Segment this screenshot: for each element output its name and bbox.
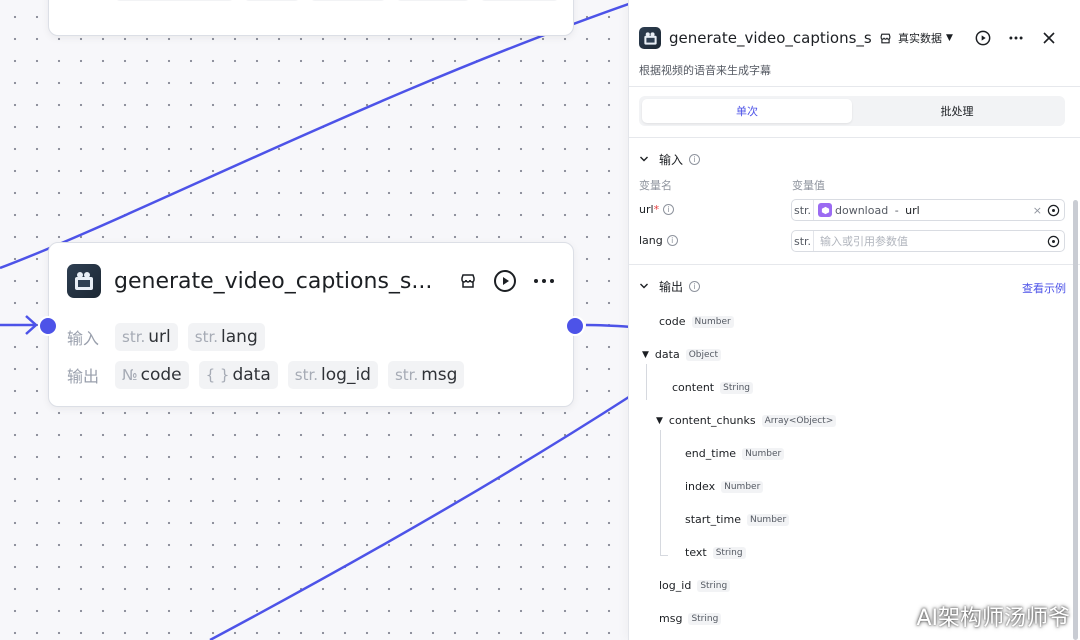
col-var-value: 变量值: [792, 179, 825, 192]
tab-single[interactable]: 单次: [642, 99, 852, 123]
output-index: index Number: [685, 480, 764, 493]
plugin-node-title: generate_video_captions_s...: [114, 268, 433, 294]
caret-down-icon: ▼: [946, 33, 953, 43]
upstream-output-data: { }data: [479, 0, 560, 1]
output-section-title: 输出: [659, 280, 684, 294]
info-icon[interactable]: i: [689, 154, 701, 165]
input-url-name: url: [639, 203, 654, 216]
edge-lower: [209, 393, 633, 640]
upstream-output-exec-time: №exec_time: [115, 0, 235, 1]
output-msg: msg String: [659, 612, 722, 625]
plugin-input-label: 输入: [67, 329, 100, 348]
plugin-input-lang: str. lang: [187, 323, 265, 351]
tree-guide: [660, 555, 668, 556]
divider: [629, 264, 1080, 265]
input-section-header[interactable]: 输入 i: [639, 151, 701, 168]
info-icon[interactable]: i: [689, 281, 701, 292]
ref-separator: -: [891, 203, 903, 217]
divider: [629, 86, 1080, 87]
input-lang-name: lang: [639, 234, 663, 247]
plugin-output-label: 输出: [67, 367, 100, 386]
plugin-output-row: 输出 № code { } data str. log_id str. msg: [67, 361, 465, 389]
upstream-node[interactable]: 输出 №exec_time str.ip str.msg №code { }da…: [48, 0, 574, 36]
output-content-chunks[interactable]: ▼ content_chunks Array<Object>: [656, 414, 837, 427]
input-lang-label: lang i: [639, 234, 678, 247]
caret-down-icon: ▼: [642, 349, 649, 360]
target-icon[interactable]: [1047, 204, 1060, 220]
output-section-header[interactable]: 输出 i: [639, 278, 701, 295]
data-mode-select[interactable]: 真实数据 ▼: [898, 30, 953, 46]
col-var-name: 变量名: [639, 179, 672, 192]
panel-header: generate_video_captions_s... 真实数据 ▼: [639, 26, 1070, 50]
upstream-output-code: №code: [396, 0, 470, 1]
chevron-down-icon: [639, 153, 649, 167]
plugin-output-msg: str. msg: [387, 361, 465, 389]
divider: [629, 137, 1080, 138]
info-icon[interactable]: i: [666, 235, 678, 246]
film-icon: [67, 264, 101, 298]
film-icon: [639, 27, 661, 49]
more-options-icon[interactable]: [1009, 36, 1023, 40]
run-test-button[interactable]: [975, 30, 991, 46]
run-mode-tabs: 单次 批处理: [639, 96, 1065, 126]
plugin-store-icon[interactable]: [459, 272, 477, 290]
output-port[interactable]: [565, 316, 585, 336]
input-port[interactable]: [38, 316, 58, 336]
plugin-output-log-id: str. log_id: [287, 361, 378, 389]
data-mode-value: 真实数据: [898, 32, 942, 45]
lang-type-prefix: str.: [792, 231, 814, 251]
output-text: text String: [685, 546, 746, 559]
edge-upper: [0, 0, 641, 270]
input-section-title: 输入: [659, 153, 684, 167]
output-code: code Number: [659, 315, 734, 328]
target-icon[interactable]: [1047, 235, 1060, 251]
plugin-output-data: { } data: [198, 361, 278, 389]
plugin-store-icon[interactable]: [879, 32, 892, 45]
chevron-down-icon: [639, 280, 649, 294]
upstream-output-msg: str.msg: [309, 0, 387, 1]
required-mark: *: [653, 203, 660, 216]
more-options-icon[interactable]: [533, 278, 555, 284]
output-log-id: log_id String: [659, 579, 731, 592]
panel-title: generate_video_captions_s...: [669, 29, 871, 47]
see-example-link[interactable]: 查看示例: [1022, 280, 1066, 296]
input-url-label: url * i: [639, 203, 675, 216]
url-type-prefix: str.: [792, 200, 814, 220]
close-icon[interactable]: [1043, 32, 1055, 44]
panel-scrollbar[interactable]: [1073, 200, 1078, 640]
plugin-input-row: 输入 str. url str. lang: [67, 323, 265, 351]
plugin-node-header: generate_video_captions_s...: [67, 263, 555, 299]
upstream-output-row: 输出 №exec_time str.ip str.msg №code { }da…: [67, 0, 560, 1]
edge-out: [585, 323, 633, 329]
cube-icon: [818, 203, 832, 217]
panel-description: 根据视频的语音来生成字幕: [639, 64, 771, 77]
output-start-time: start_time Number: [685, 513, 790, 526]
plugin-node[interactable]: generate_video_captions_s... 输入 str. url …: [48, 242, 574, 407]
url-reference-tag[interactable]: download - url: [818, 203, 920, 217]
output-content: content String: [672, 381, 753, 394]
upstream-output-ip: str.ip: [244, 0, 300, 1]
ref-node-name: download: [835, 203, 889, 217]
lang-placeholder: 输入或引用参数值: [820, 235, 908, 248]
ref-var-name: url: [905, 203, 920, 217]
tree-guide: [646, 364, 647, 400]
tab-batch[interactable]: 批处理: [852, 99, 1062, 123]
caret-down-icon: ▼: [656, 415, 663, 426]
output-end-time: end_time Number: [685, 447, 785, 460]
output-data[interactable]: ▼ data Object: [642, 348, 722, 361]
lang-value-field[interactable]: str. 输入或引用参数值: [791, 230, 1065, 252]
plugin-output-code: № code: [115, 361, 189, 389]
watermark: AI架构师汤师爷: [916, 606, 1070, 631]
clear-icon[interactable]: ×: [1033, 204, 1042, 217]
node-test-panel: generate_video_captions_s... 真实数据 ▼ 根据视频的…: [628, 0, 1080, 640]
tree-guide: [660, 430, 661, 556]
plugin-input-url: str. url: [115, 323, 178, 351]
url-value-field[interactable]: str. download - url ×: [791, 199, 1065, 221]
run-node-button[interactable]: [493, 269, 517, 293]
info-icon[interactable]: i: [663, 204, 675, 215]
